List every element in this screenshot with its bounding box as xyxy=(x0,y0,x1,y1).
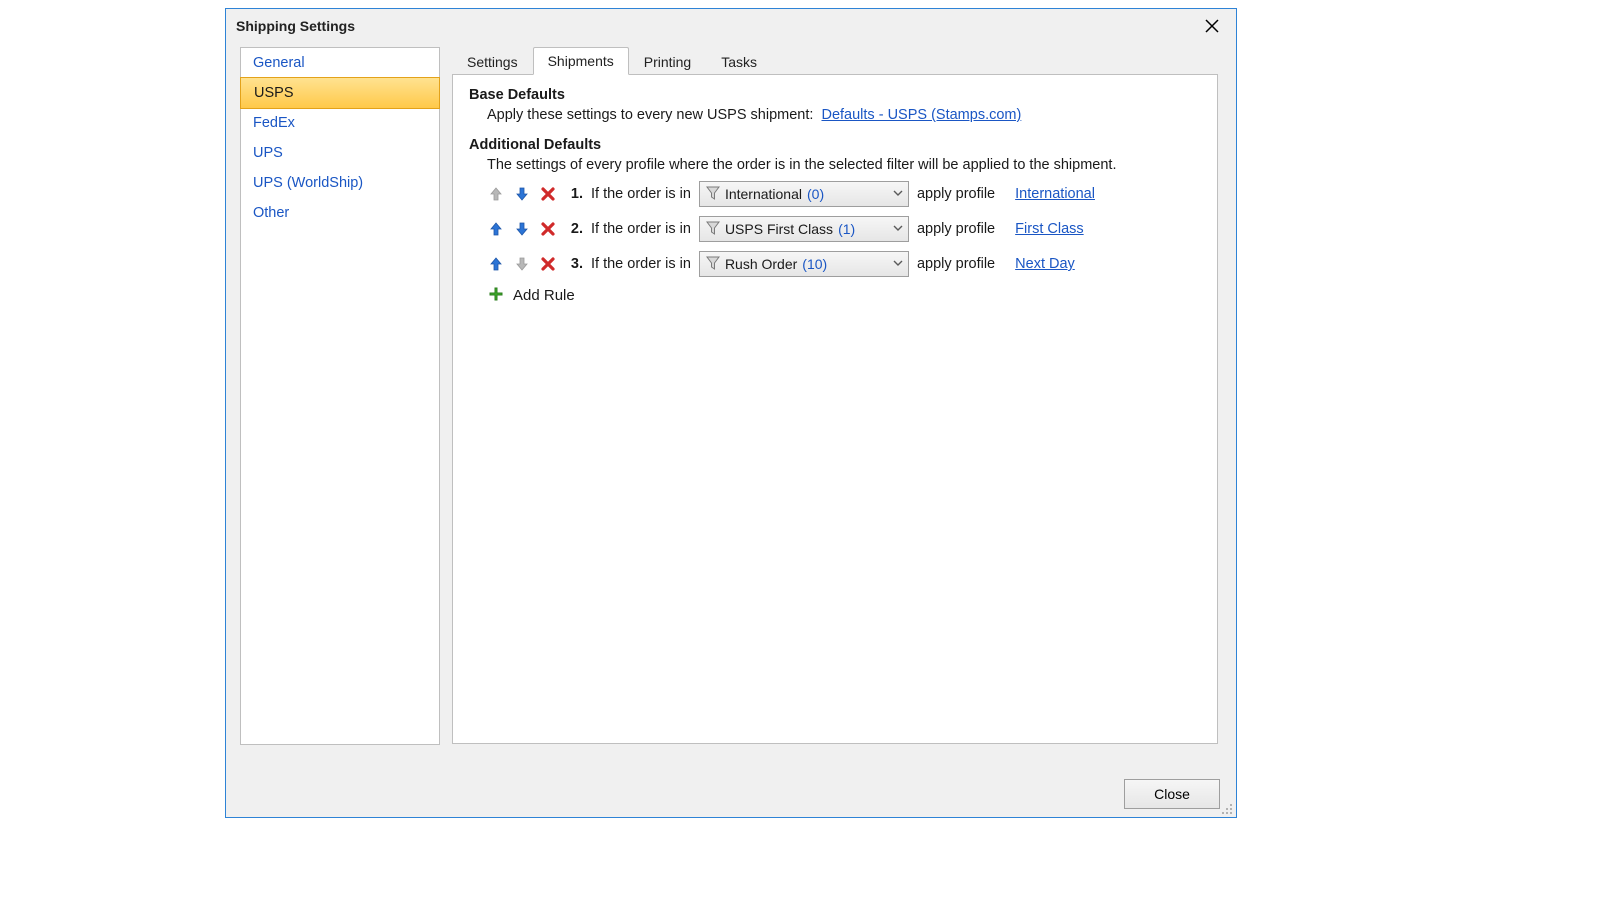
profile-link[interactable]: First Class xyxy=(1015,221,1083,237)
rule-prefix: If the order is in xyxy=(591,221,691,237)
profile-link[interactable]: Next Day xyxy=(1015,256,1075,272)
rule-suffix: apply profile xyxy=(917,186,995,202)
filter-name: International xyxy=(725,186,802,202)
move-down-icon xyxy=(513,255,531,273)
filter-dropdown[interactable]: USPS First Class (1) xyxy=(699,216,909,242)
sidebar-item-ups-worldship-[interactable]: UPS (WorldShip) xyxy=(241,168,439,198)
sidebar-item-usps[interactable]: USPS xyxy=(240,77,440,109)
rule-number: 3. xyxy=(565,256,583,272)
shipping-settings-dialog: Shipping Settings GeneralUSPSFedExUPSUPS… xyxy=(225,8,1237,818)
rule-prefix: If the order is in xyxy=(591,186,691,202)
window-title: Shipping Settings xyxy=(236,18,355,34)
move-up-icon[interactable] xyxy=(487,220,505,238)
filter-count: (10) xyxy=(802,256,827,272)
rule-prefix: If the order is in xyxy=(591,256,691,272)
filter-dropdown[interactable]: Rush Order (10) xyxy=(699,251,909,277)
additional-defaults-text: The settings of every profile where the … xyxy=(487,157,1201,173)
tab-tasks[interactable]: Tasks xyxy=(706,48,772,75)
base-defaults-link[interactable]: Defaults - USPS (Stamps.com) xyxy=(821,107,1021,123)
rule-row: 1. If the order is in International (0) appl… xyxy=(487,181,1201,207)
rule-suffix: apply profile xyxy=(917,256,995,272)
rule-number: 1. xyxy=(565,186,583,202)
titlebar: Shipping Settings xyxy=(226,9,1236,43)
add-rule-button[interactable]: Add Rule xyxy=(487,286,1201,304)
filter-count: (1) xyxy=(838,221,855,237)
tab-shipments[interactable]: Shipments xyxy=(533,47,629,75)
sidebar-item-other[interactable]: Other xyxy=(241,198,439,228)
sidebar-item-fedex[interactable]: FedEx xyxy=(241,108,439,138)
sidebar-item-general[interactable]: General xyxy=(241,48,439,78)
chevron-down-icon xyxy=(892,256,904,272)
filter-name: USPS First Class xyxy=(725,221,833,237)
filter-name: Rush Order xyxy=(725,256,797,272)
rules-list: 1. If the order is in International (0) appl… xyxy=(487,181,1201,277)
rule-number: 2. xyxy=(565,221,583,237)
move-down-icon[interactable] xyxy=(513,185,531,203)
filter-dropdown[interactable]: International (0) xyxy=(699,181,909,207)
close-icon[interactable] xyxy=(1198,12,1226,40)
move-up-icon xyxy=(487,185,505,203)
move-down-icon[interactable] xyxy=(513,220,531,238)
tab-strip: SettingsShipmentsPrintingTasks xyxy=(452,47,1218,75)
plus-icon xyxy=(487,286,505,304)
rule-suffix: apply profile xyxy=(917,221,995,237)
profile-link[interactable]: International xyxy=(1015,186,1095,202)
tab-printing[interactable]: Printing xyxy=(629,48,706,75)
delete-rule-icon[interactable] xyxy=(539,220,557,238)
funnel-icon xyxy=(706,186,720,203)
delete-rule-icon[interactable] xyxy=(539,255,557,273)
funnel-icon xyxy=(706,256,720,273)
close-button[interactable]: Close xyxy=(1124,779,1220,809)
filter-count: (0) xyxy=(807,186,824,202)
rule-row: 2. If the order is in USPS First Class (1) a… xyxy=(487,216,1201,242)
rule-row: 3. If the order is in Rush Order (10) apply … xyxy=(487,251,1201,277)
chevron-down-icon xyxy=(892,186,904,202)
tab-settings[interactable]: Settings xyxy=(452,48,533,75)
base-defaults-text: Apply these settings to every new USPS s… xyxy=(487,107,1201,123)
move-up-icon[interactable] xyxy=(487,255,505,273)
shipments-tab-panel: Base Defaults Apply these settings to ev… xyxy=(452,74,1218,744)
funnel-icon xyxy=(706,221,720,238)
resize-grip[interactable] xyxy=(1221,802,1233,814)
dialog-footer: Close xyxy=(226,771,1236,817)
sidebar-item-ups[interactable]: UPS xyxy=(241,138,439,168)
additional-defaults-heading: Additional Defaults xyxy=(469,137,1201,153)
chevron-down-icon xyxy=(892,221,904,237)
delete-rule-icon[interactable] xyxy=(539,185,557,203)
provider-sidebar: GeneralUSPSFedExUPSUPS (WorldShip)Other xyxy=(240,47,440,745)
base-defaults-heading: Base Defaults xyxy=(469,87,1201,103)
